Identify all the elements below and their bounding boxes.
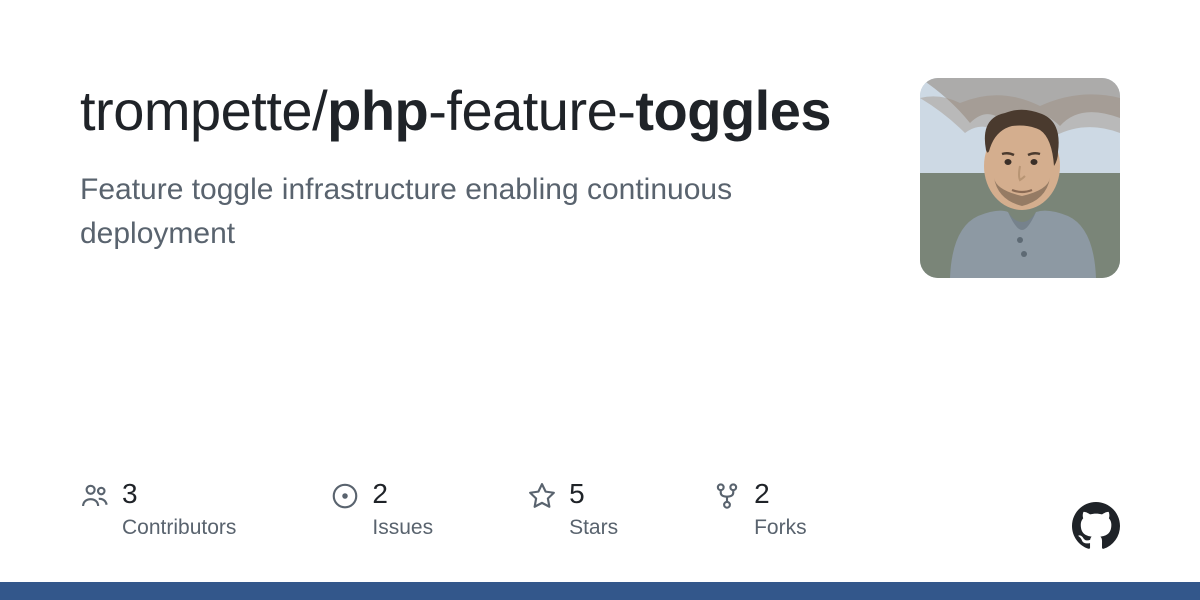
repo-name-bold2[interactable]: toggles — [635, 79, 831, 142]
forks-label: Forks — [754, 516, 807, 540]
stat-contributors[interactable]: 3 Contributors — [80, 478, 236, 540]
star-icon — [527, 481, 557, 511]
stat-forks[interactable]: 2 Forks — [712, 478, 807, 540]
forks-count: 2 — [754, 478, 807, 510]
fork-icon — [712, 481, 742, 511]
stars-count: 5 — [569, 478, 618, 510]
stat-issues[interactable]: 2 Issues — [330, 478, 433, 540]
github-logo-icon[interactable] — [1072, 502, 1120, 550]
contributors-label: Contributors — [122, 516, 236, 540]
issues-label: Issues — [372, 516, 433, 540]
stars-label: Stars — [569, 516, 618, 540]
repo-description: Feature toggle infrastructure enabling c… — [80, 168, 880, 255]
repo-name-bold1[interactable]: php — [327, 79, 428, 142]
stats-row: 3 Contributors 2 Issues 5 Stars — [80, 478, 807, 540]
avatar-image — [920, 78, 1120, 278]
repo-title: trompette/php-feature-toggles — [80, 78, 880, 144]
issues-count: 2 — [372, 478, 433, 510]
contributors-count: 3 — [122, 478, 236, 510]
avatar[interactable] — [920, 78, 1120, 278]
slash-separator: / — [312, 79, 327, 142]
issue-opened-icon — [330, 481, 360, 511]
repo-owner[interactable]: trompette — [80, 79, 312, 142]
people-icon — [80, 481, 110, 511]
repo-name-mid[interactable]: -feature- — [428, 79, 635, 142]
bottom-accent-bar — [0, 582, 1200, 600]
stat-stars[interactable]: 5 Stars — [527, 478, 618, 540]
